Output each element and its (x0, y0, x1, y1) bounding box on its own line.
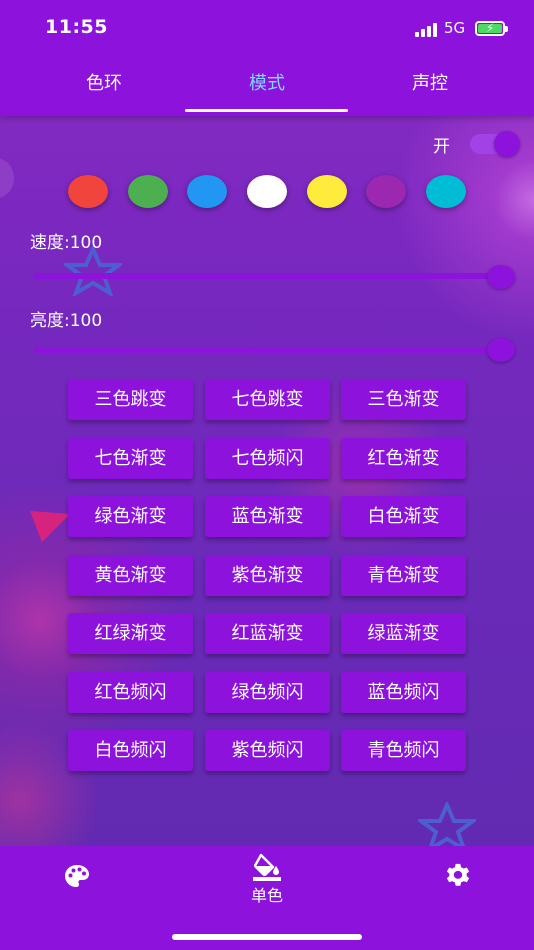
star-outline-decoration-2 (418, 802, 476, 852)
mode-button[interactable]: 绿蓝渐变 (341, 613, 466, 654)
power-toggle[interactable] (470, 131, 520, 157)
mode-button[interactable]: 红色渐变 (341, 438, 466, 479)
status-time: 11:55 (45, 16, 108, 38)
mode-button[interactable]: 七色跳变 (205, 379, 330, 420)
single-color-label: 单色 (250, 886, 283, 905)
mode-button[interactable]: 红蓝渐变 (205, 613, 330, 654)
mode-button[interactable]: 青色频闪 (341, 730, 466, 771)
mode-button[interactable]: 紫色频闪 (205, 730, 330, 771)
mode-button[interactable]: 三色跳变 (68, 379, 193, 420)
mode-button[interactable]: 七色渐变 (68, 438, 193, 479)
active-tab-indicator (185, 109, 348, 112)
mode-button[interactable]: 紫色渐变 (205, 555, 330, 596)
mode-button[interactable]: 三色渐变 (341, 379, 466, 420)
header: 11:55 5G ⚡ 色环 模式 声控 (0, 0, 534, 116)
gear-icon[interactable] (444, 863, 472, 889)
network-type: 5G (444, 19, 466, 37)
battery-icon: ⚡ (475, 21, 508, 36)
mode-button[interactable]: 白色渐变 (341, 496, 466, 537)
mode-button[interactable]: 七色频闪 (205, 438, 330, 479)
bottom-nav: 单色 (0, 846, 534, 950)
brightness-label: 亮度:100 (30, 311, 103, 331)
mode-button[interactable]: 蓝色频闪 (341, 672, 466, 713)
status-bar: 11:55 5G ⚡ (0, 14, 534, 44)
mode-button[interactable]: 青色渐变 (341, 555, 466, 596)
signal-icon (415, 23, 437, 37)
star-outline-decoration (64, 246, 122, 296)
tab-color-wheel[interactable]: 色环 (15, 60, 193, 110)
mode-button[interactable]: 绿色渐变 (68, 496, 193, 537)
mode-button[interactable]: 绿色频闪 (205, 672, 330, 713)
circle-decoration (0, 158, 14, 198)
color-dot-green[interactable] (128, 175, 168, 208)
tab-mode[interactable]: 模式 (178, 60, 356, 110)
screen: 11:55 5G ⚡ 色环 模式 声控 开 速度:100 亮度:100 三色跳变… (0, 0, 534, 950)
color-dot-purple[interactable] (366, 175, 406, 208)
speed-slider-track[interactable] (34, 273, 504, 279)
tab-bar: 色环 模式 声控 (0, 60, 534, 110)
color-dot-red[interactable] (68, 175, 108, 208)
brightness-slider-thumb[interactable] (487, 338, 515, 362)
paint-bucket-icon[interactable] (252, 852, 282, 882)
palette-icon[interactable] (64, 864, 90, 888)
color-dot-blue[interactable] (187, 175, 227, 208)
mode-button[interactable]: 红绿渐变 (68, 613, 193, 654)
color-dot-cyan[interactable] (426, 175, 466, 208)
toggle-knob (494, 131, 520, 157)
mode-button[interactable]: 红色频闪 (68, 672, 193, 713)
triangle-decoration (30, 511, 70, 542)
speed-slider-thumb[interactable] (487, 265, 515, 289)
mode-button[interactable]: 蓝色渐变 (205, 496, 330, 537)
tab-voice-control[interactable]: 声控 (341, 60, 519, 110)
mode-button[interactable]: 白色频闪 (68, 730, 193, 771)
mode-button[interactable]: 黄色渐变 (68, 555, 193, 596)
color-dot-yellow[interactable] (307, 175, 347, 208)
power-label: 开 (433, 137, 450, 157)
home-indicator (172, 934, 362, 940)
speed-label: 速度:100 (30, 233, 103, 253)
color-dot-white[interactable] (247, 175, 287, 208)
brightness-slider-track[interactable] (34, 347, 504, 353)
